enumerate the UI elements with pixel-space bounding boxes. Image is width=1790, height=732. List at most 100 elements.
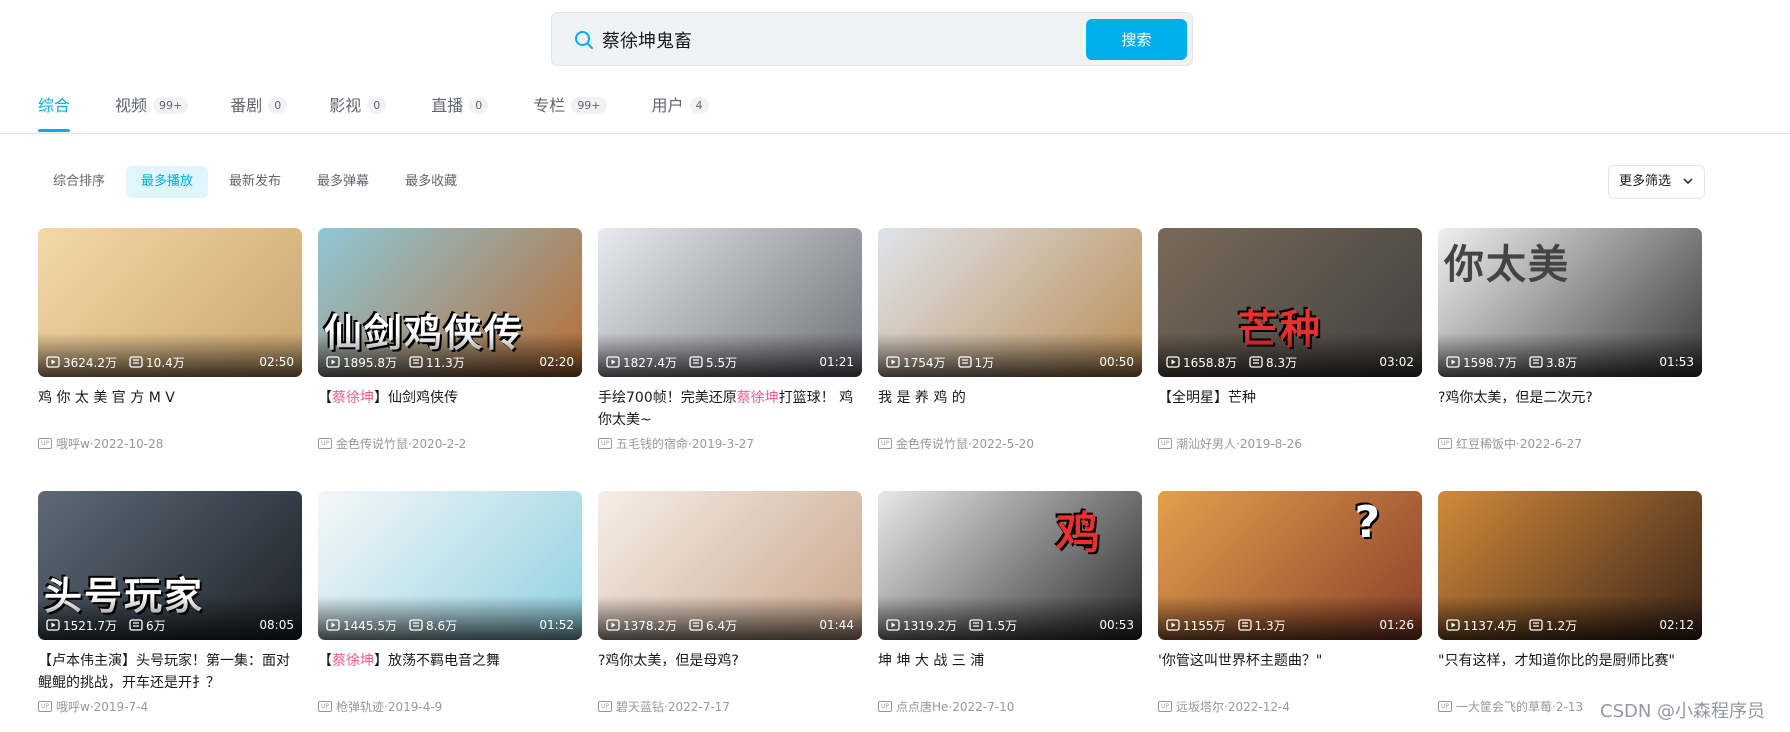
- video-duration: 00:50: [1099, 355, 1134, 369]
- more-filters-button[interactable]: 更多筛选: [1608, 165, 1705, 199]
- danmaku-icon: [689, 356, 703, 368]
- video-card[interactable]: 鸡 1319.2万 1.5万 00:53 坤 坤 大 战 三 浦 UP 点点唐He · 20…: [878, 491, 1142, 732]
- video-title[interactable]: 我 是 养 鸡 的: [878, 387, 1142, 431]
- video-author[interactable]: 枪弹轨迹: [336, 698, 384, 715]
- tab-count-badge: 99+: [153, 97, 189, 114]
- video-title-text: '你管这叫世界杯主题曲？": [1158, 653, 1323, 669]
- tab-4[interactable]: 直播 0: [431, 94, 489, 132]
- video-stats: 1155万 1.3万 01:26: [1166, 616, 1414, 634]
- danmaku-count-value: 1.2万: [1546, 618, 1578, 633]
- video-thumbnail[interactable]: 1378.2万 6.4万 01:44: [598, 491, 862, 640]
- thumbnail-overlay-text: ?: [1354, 497, 1382, 548]
- sort-option[interactable]: 最多播放: [126, 166, 209, 198]
- video-title[interactable]: 【全明星】芒种: [1158, 387, 1422, 431]
- video-card[interactable]: 1137.4万 1.2万 02:12 "只有这样，才知道你比的是厨师比赛" UP 一大筐会…: [1438, 491, 1702, 732]
- video-title[interactable]: 手绘700帧！完美还原蔡徐坤打篮球！ 鸡你太美~: [598, 387, 862, 431]
- video-thumbnail[interactable]: 头号玩家1521.7万6万08:05: [38, 491, 302, 640]
- video-thumbnail[interactable]: 1137.4万 1.2万 02:12: [1438, 491, 1702, 640]
- video-title[interactable]: '你管这叫世界杯主题曲？": [1158, 650, 1422, 694]
- video-stats: 1827.4万 5.5万 01:21: [606, 353, 854, 371]
- video-author[interactable]: 碧天蓝钻: [616, 698, 664, 715]
- video-card[interactable]: 1378.2万 6.4万 01:44 ?鸡你太美，但是母鸡? UP 碧天蓝钻 · 2022…: [598, 491, 862, 732]
- video-card[interactable]: 1445.5万 8.6万 01:52 【蔡徐坤】放荡不羁电音之舞 UP 枪弹轨迹 · 20…: [318, 491, 582, 732]
- result-type-tabs: 综合 视频 99+ 番剧 0 影视 0 直播 0 专栏 99+ 用户 4: [38, 94, 709, 132]
- video-title[interactable]: 【卢本伟主演】头号玩家！第一集：面对鲲鲲的挑战，开车还是开扌？: [38, 650, 302, 694]
- play-count: 1445.5万: [326, 617, 397, 634]
- video-thumbnail[interactable]: 芒种 1658.8万 8.3万 03:02: [1158, 228, 1422, 377]
- danmaku-count: 1万: [957, 354, 995, 371]
- video-author[interactable]: 点点唐He: [896, 698, 948, 715]
- video-title-text: "只有这样，才知道你比的是厨师比赛": [1438, 653, 1675, 669]
- video-card[interactable]: ? 1155万 1.3万 01:26 '你管这叫世界杯主题曲？" UP 远坂塔尔 · 202…: [1158, 491, 1422, 732]
- sort-option[interactable]: 最多弹幕: [302, 166, 384, 198]
- video-card[interactable]: 1754万 1万 00:50 我 是 养 鸡 的 UP 金色传说竹鼠 · 2022-5-2…: [878, 228, 1142, 491]
- tab-count-badge: 0: [469, 97, 489, 114]
- play-count: 1319.2万: [886, 617, 957, 634]
- play-count-icon: [886, 356, 900, 368]
- video-card[interactable]: 3624.2万 10.4万 02:50 鸡 你 太 美 官 方 M V UP 哦呼w · …: [38, 228, 302, 491]
- video-author[interactable]: 金色传说竹鼠: [336, 435, 408, 452]
- tab-3[interactable]: 影视 0: [329, 94, 387, 132]
- uploader-icon: UP: [878, 701, 892, 712]
- uploader-icon: UP: [878, 438, 892, 449]
- danmaku-count: 6.4万: [689, 617, 737, 634]
- video-thumbnail[interactable]: 你太美 1598.7万 3.8万 01:53: [1438, 228, 1702, 377]
- video-title[interactable]: 鸡 你 太 美 官 方 M V: [38, 387, 302, 431]
- search-input[interactable]: [602, 21, 1082, 59]
- video-author[interactable]: 潮汕好男人: [1176, 435, 1236, 452]
- sort-option[interactable]: 最新发布: [214, 166, 296, 198]
- video-author[interactable]: 哦呼w: [56, 698, 90, 715]
- video-author[interactable]: 一大筐会飞的草莓: [1456, 698, 1552, 715]
- play-count: 1658.8万: [1166, 354, 1237, 371]
- video-meta: UP 金色传说竹鼠 · 2022-5-20: [878, 435, 1142, 452]
- play-count-value: 3624.2万: [63, 355, 117, 370]
- video-title-text: 【: [318, 390, 332, 406]
- play-count-icon: [1166, 356, 1180, 368]
- video-thumbnail[interactable]: 3624.2万 10.4万 02:50: [38, 228, 302, 377]
- video-stats: 1598.7万 3.8万 01:53: [1446, 353, 1694, 371]
- video-title-text: 】放荡不羁电音之舞: [374, 653, 500, 669]
- search-button[interactable]: 搜索: [1086, 19, 1187, 60]
- video-title[interactable]: 坤 坤 大 战 三 浦: [878, 650, 1142, 694]
- more-filters-label: 更多筛选: [1619, 174, 1672, 189]
- video-card[interactable]: 头号玩家1521.7万6万08:05 【卢本伟主演】头号玩家！第一集：面对鲲鲲的挑…: [38, 491, 302, 732]
- video-thumbnail[interactable]: 仙剑鸡侠传1895.8万11.3万02:20: [318, 228, 582, 377]
- video-author[interactable]: 金色传说竹鼠: [896, 435, 968, 452]
- video-author[interactable]: 红豆稀饭中: [1456, 435, 1516, 452]
- video-thumbnail[interactable]: ? 1155万 1.3万 01:26: [1158, 491, 1422, 640]
- tab-count-badge: 0: [268, 97, 288, 114]
- danmaku-count-value: 1万: [974, 355, 995, 370]
- video-title-text: 鸡 你 太 美 官 方 M V: [38, 390, 175, 406]
- video-card[interactable]: 1827.4万 5.5万 01:21 手绘700帧！完美还原蔡徐坤打篮球！ 鸡你太美~…: [598, 228, 862, 491]
- sort-option[interactable]: 最多收藏: [390, 166, 472, 198]
- video-duration: 02:12: [1659, 618, 1694, 632]
- video-card[interactable]: 芒种 1658.8万 8.3万 03:02 【全明星】芒种 UP 潮汕好男人 · 2019-…: [1158, 228, 1422, 491]
- tab-1[interactable]: 视频 99+: [115, 94, 189, 132]
- play-count-value: 1827.4万: [623, 355, 677, 370]
- video-title[interactable]: ?鸡你太美，但是二次元?: [1438, 387, 1702, 431]
- tab-5[interactable]: 专栏 99+: [533, 94, 607, 132]
- video-thumbnail[interactable]: 1754万 1万 00:50: [878, 228, 1142, 377]
- video-card[interactable]: 仙剑鸡侠传1895.8万11.3万02:20【蔡徐坤】仙剑鸡侠传UP金色传说竹鼠…: [318, 228, 582, 491]
- tab-6[interactable]: 用户 4: [652, 94, 709, 132]
- play-count: 1137.4万: [1446, 617, 1517, 634]
- video-card[interactable]: 你太美 1598.7万 3.8万 01:53 ?鸡你太美，但是二次元? UP 红豆稀饭中 ·…: [1438, 228, 1702, 491]
- video-duration: 03:02: [1379, 355, 1414, 369]
- uploader-icon: UP: [38, 438, 52, 449]
- video-title[interactable]: 【蔡徐坤】放荡不羁电音之舞: [318, 650, 582, 694]
- play-count: 1754万: [886, 354, 946, 371]
- video-title[interactable]: ?鸡你太美，但是母鸡?: [598, 650, 862, 694]
- tab-0[interactable]: 综合: [38, 94, 71, 132]
- tab-2[interactable]: 番剧 0: [230, 94, 288, 132]
- play-count: 1155万: [1166, 617, 1226, 634]
- video-date: 2022-6-27: [1519, 436, 1582, 451]
- video-title[interactable]: "只有这样，才知道你比的是厨师比赛": [1438, 650, 1702, 694]
- video-thumbnail[interactable]: 1445.5万 8.6万 01:52: [318, 491, 582, 640]
- video-thumbnail[interactable]: 鸡 1319.2万 1.5万 00:53: [878, 491, 1142, 640]
- video-title[interactable]: 【蔡徐坤】仙剑鸡侠传: [318, 387, 582, 431]
- video-author[interactable]: 哦呼w: [56, 435, 90, 452]
- video-author[interactable]: 五毛钱的宿命: [616, 435, 688, 452]
- video-author[interactable]: 远坂塔尔: [1176, 698, 1224, 715]
- video-thumbnail[interactable]: 1827.4万 5.5万 01:21: [598, 228, 862, 377]
- sort-option[interactable]: 综合排序: [38, 166, 120, 198]
